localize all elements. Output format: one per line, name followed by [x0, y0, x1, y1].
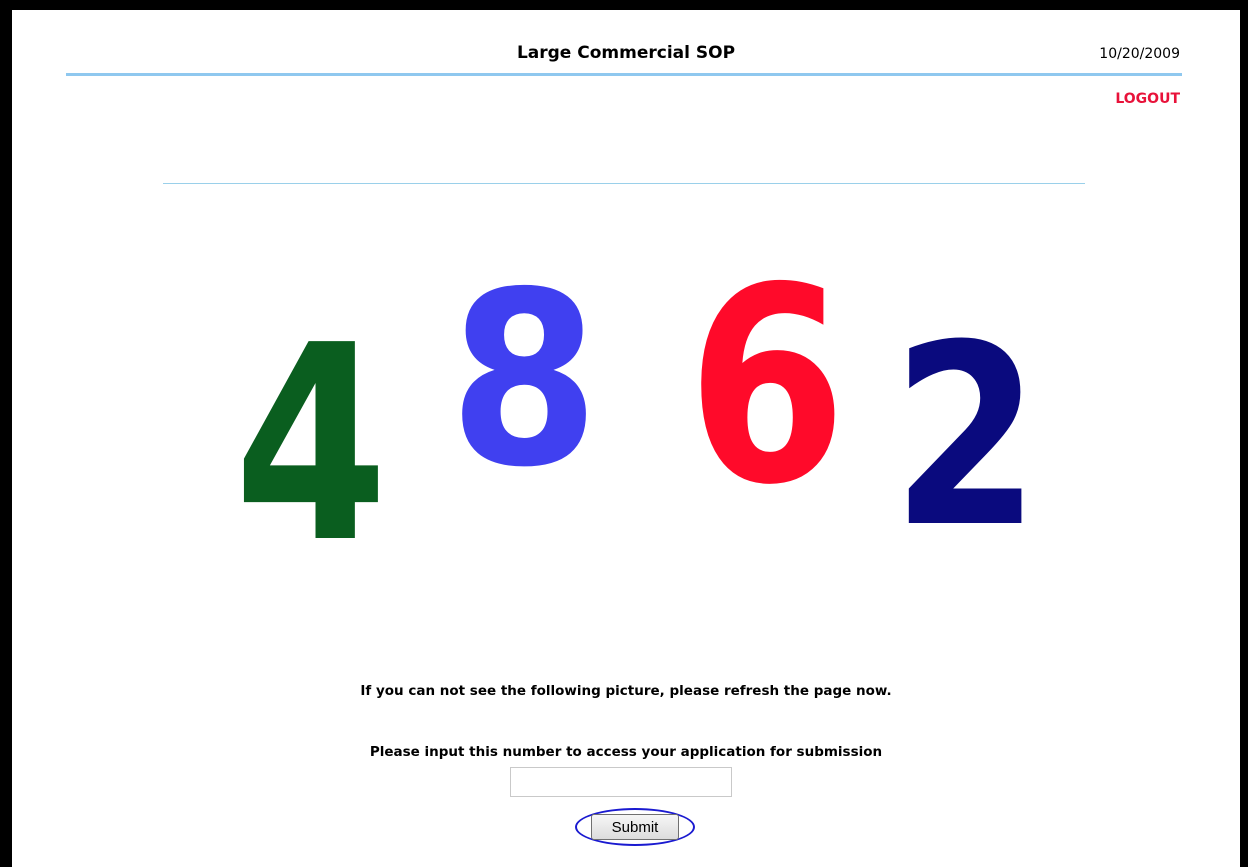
- code-prompt: Please input this number to access your …: [369, 744, 883, 760]
- refresh-warning: If you can not see the following picture…: [360, 683, 892, 699]
- captcha-digit: 2: [892, 291, 1040, 582]
- captcha-digit: 4: [234, 287, 389, 602]
- captcha-image: 4 8 6 2: [12, 10, 1240, 610]
- captcha-code-input[interactable]: [510, 767, 732, 797]
- captcha-digit: 8: [449, 240, 600, 520]
- captcha-digit: 6: [687, 229, 847, 544]
- page-frame: Large Commercial SOP 10/20/2009 LOGOUT 4…: [12, 10, 1240, 867]
- submit-button[interactable]: Submit: [591, 814, 679, 840]
